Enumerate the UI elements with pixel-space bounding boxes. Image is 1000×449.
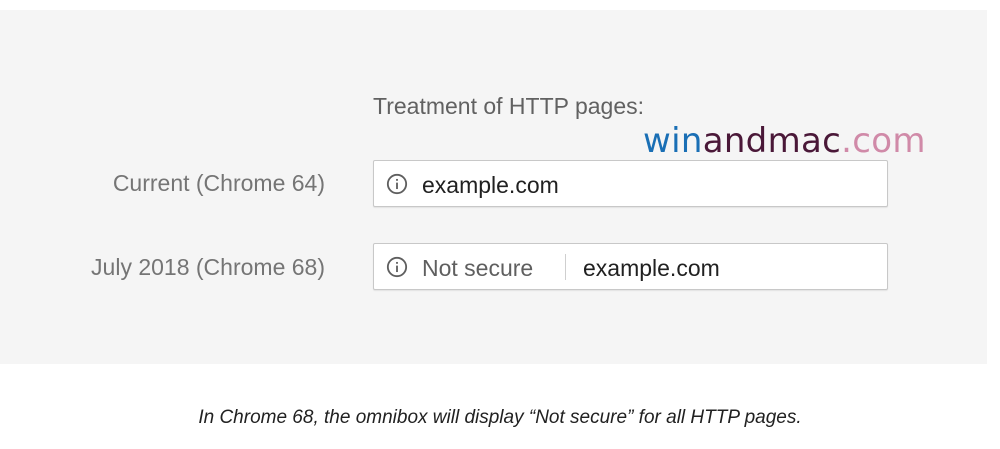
- info-icon[interactable]: [386, 256, 408, 278]
- omnibox-url[interactable]: example.com: [422, 172, 559, 199]
- row-label-current: Current (Chrome 64): [112, 170, 325, 196]
- watermark-win: win: [643, 121, 703, 161]
- panel-heading: Treatment of HTTP pages:: [373, 93, 645, 119]
- watermark-com: .com: [841, 121, 926, 161]
- omnibox-url[interactable]: example.com: [583, 255, 720, 282]
- figure-caption: In Chrome 68, the omnibox will display “…: [198, 407, 802, 428]
- omnibox-divider: [565, 254, 566, 280]
- row-label-july-2018: July 2018 (Chrome 68): [91, 254, 325, 280]
- omnibox-current[interactable]: example.com: [373, 160, 888, 207]
- watermark-mac: mac: [767, 121, 842, 161]
- omnibox-july-2018[interactable]: Not secure example.com: [373, 243, 888, 290]
- info-icon[interactable]: [386, 173, 408, 195]
- not-secure-chip[interactable]: Not secure: [422, 255, 533, 282]
- watermark-logo: winandmac.com: [643, 121, 926, 161]
- comparison-panel: Treatment of HTTP pages: winandmac.com C…: [0, 10, 987, 364]
- watermark-and: and: [702, 121, 768, 161]
